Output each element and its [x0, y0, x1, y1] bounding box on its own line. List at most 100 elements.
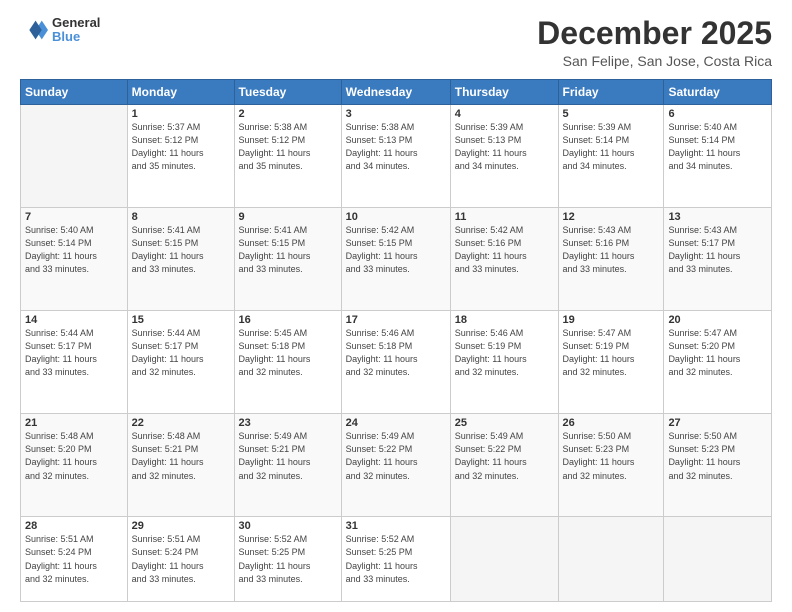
day-number: 17: [346, 314, 446, 326]
title-block: December 2025 San Felipe, San Jose, Cost…: [537, 16, 772, 69]
calendar-cell: 17Sunrise: 5:46 AMSunset: 5:18 PMDayligh…: [341, 311, 450, 414]
calendar-cell: 1Sunrise: 5:37 AMSunset: 5:12 PMDaylight…: [127, 105, 234, 208]
cell-info: Sunrise: 5:48 AMSunset: 5:21 PMDaylight:…: [132, 430, 230, 482]
logo: General Blue: [20, 16, 100, 45]
day-number: 4: [455, 108, 554, 120]
calendar-cell: 29Sunrise: 5:51 AMSunset: 5:24 PMDayligh…: [127, 517, 234, 602]
month-title: December 2025: [537, 16, 772, 51]
calendar-cell: 28Sunrise: 5:51 AMSunset: 5:24 PMDayligh…: [21, 517, 128, 602]
calendar-cell: 27Sunrise: 5:50 AMSunset: 5:23 PMDayligh…: [664, 414, 772, 517]
cell-info: Sunrise: 5:46 AMSunset: 5:18 PMDaylight:…: [346, 327, 446, 379]
day-number: 29: [132, 520, 230, 532]
calendar-cell: 6Sunrise: 5:40 AMSunset: 5:14 PMDaylight…: [664, 105, 772, 208]
cell-info: Sunrise: 5:45 AMSunset: 5:18 PMDaylight:…: [239, 327, 337, 379]
day-number: 19: [563, 314, 660, 326]
calendar-cell: 20Sunrise: 5:47 AMSunset: 5:20 PMDayligh…: [664, 311, 772, 414]
day-number: 3: [346, 108, 446, 120]
cell-info: Sunrise: 5:47 AMSunset: 5:19 PMDaylight:…: [563, 327, 660, 379]
calendar-header-row: SundayMondayTuesdayWednesdayThursdayFrid…: [21, 80, 772, 105]
day-number: 7: [25, 211, 123, 223]
subtitle: San Felipe, San Jose, Costa Rica: [537, 53, 772, 69]
calendar-weekday-monday: Monday: [127, 80, 234, 105]
logo-text: General Blue: [52, 16, 100, 45]
cell-info: Sunrise: 5:49 AMSunset: 5:22 PMDaylight:…: [455, 430, 554, 482]
calendar-weekday-wednesday: Wednesday: [341, 80, 450, 105]
calendar-week-5: 28Sunrise: 5:51 AMSunset: 5:24 PMDayligh…: [21, 517, 772, 602]
cell-info: Sunrise: 5:44 AMSunset: 5:17 PMDaylight:…: [25, 327, 123, 379]
day-number: 21: [25, 417, 123, 429]
calendar-cell: 21Sunrise: 5:48 AMSunset: 5:20 PMDayligh…: [21, 414, 128, 517]
cell-info: Sunrise: 5:51 AMSunset: 5:24 PMDaylight:…: [132, 533, 230, 585]
calendar-cell: 10Sunrise: 5:42 AMSunset: 5:15 PMDayligh…: [341, 208, 450, 311]
page: General Blue December 2025 San Felipe, S…: [0, 0, 792, 612]
day-number: 8: [132, 211, 230, 223]
calendar-cell: 18Sunrise: 5:46 AMSunset: 5:19 PMDayligh…: [450, 311, 558, 414]
calendar-cell: [664, 517, 772, 602]
header: General Blue December 2025 San Felipe, S…: [20, 16, 772, 69]
calendar-cell: 9Sunrise: 5:41 AMSunset: 5:15 PMDaylight…: [234, 208, 341, 311]
day-number: 9: [239, 211, 337, 223]
calendar-weekday-friday: Friday: [558, 80, 664, 105]
day-number: 12: [563, 211, 660, 223]
cell-info: Sunrise: 5:50 AMSunset: 5:23 PMDaylight:…: [563, 430, 660, 482]
calendar-week-3: 14Sunrise: 5:44 AMSunset: 5:17 PMDayligh…: [21, 311, 772, 414]
cell-info: Sunrise: 5:42 AMSunset: 5:15 PMDaylight:…: [346, 224, 446, 276]
cell-info: Sunrise: 5:44 AMSunset: 5:17 PMDaylight:…: [132, 327, 230, 379]
calendar-cell: 3Sunrise: 5:38 AMSunset: 5:13 PMDaylight…: [341, 105, 450, 208]
calendar-cell: 25Sunrise: 5:49 AMSunset: 5:22 PMDayligh…: [450, 414, 558, 517]
calendar-cell: 14Sunrise: 5:44 AMSunset: 5:17 PMDayligh…: [21, 311, 128, 414]
cell-info: Sunrise: 5:38 AMSunset: 5:13 PMDaylight:…: [346, 121, 446, 173]
day-number: 26: [563, 417, 660, 429]
day-number: 24: [346, 417, 446, 429]
calendar-cell: 7Sunrise: 5:40 AMSunset: 5:14 PMDaylight…: [21, 208, 128, 311]
cell-info: Sunrise: 5:52 AMSunset: 5:25 PMDaylight:…: [346, 533, 446, 585]
day-number: 30: [239, 520, 337, 532]
day-number: 27: [668, 417, 767, 429]
logo-line2: Blue: [52, 30, 100, 44]
cell-info: Sunrise: 5:37 AMSunset: 5:12 PMDaylight:…: [132, 121, 230, 173]
cell-info: Sunrise: 5:50 AMSunset: 5:23 PMDaylight:…: [668, 430, 767, 482]
cell-info: Sunrise: 5:41 AMSunset: 5:15 PMDaylight:…: [239, 224, 337, 276]
cell-info: Sunrise: 5:48 AMSunset: 5:20 PMDaylight:…: [25, 430, 123, 482]
day-number: 2: [239, 108, 337, 120]
calendar-cell: 13Sunrise: 5:43 AMSunset: 5:17 PMDayligh…: [664, 208, 772, 311]
calendar-cell: 16Sunrise: 5:45 AMSunset: 5:18 PMDayligh…: [234, 311, 341, 414]
calendar-cell: [450, 517, 558, 602]
calendar-cell: 24Sunrise: 5:49 AMSunset: 5:22 PMDayligh…: [341, 414, 450, 517]
day-number: 15: [132, 314, 230, 326]
cell-info: Sunrise: 5:40 AMSunset: 5:14 PMDaylight:…: [25, 224, 123, 276]
calendar-weekday-saturday: Saturday: [664, 80, 772, 105]
day-number: 16: [239, 314, 337, 326]
day-number: 20: [668, 314, 767, 326]
day-number: 18: [455, 314, 554, 326]
day-number: 5: [563, 108, 660, 120]
day-number: 14: [25, 314, 123, 326]
cell-info: Sunrise: 5:41 AMSunset: 5:15 PMDaylight:…: [132, 224, 230, 276]
calendar-weekday-tuesday: Tuesday: [234, 80, 341, 105]
calendar-cell: 15Sunrise: 5:44 AMSunset: 5:17 PMDayligh…: [127, 311, 234, 414]
calendar-table: SundayMondayTuesdayWednesdayThursdayFrid…: [20, 79, 772, 602]
calendar-cell: [558, 517, 664, 602]
cell-info: Sunrise: 5:51 AMSunset: 5:24 PMDaylight:…: [25, 533, 123, 585]
calendar-week-1: 1Sunrise: 5:37 AMSunset: 5:12 PMDaylight…: [21, 105, 772, 208]
cell-info: Sunrise: 5:43 AMSunset: 5:16 PMDaylight:…: [563, 224, 660, 276]
calendar-cell: 23Sunrise: 5:49 AMSunset: 5:21 PMDayligh…: [234, 414, 341, 517]
day-number: 13: [668, 211, 767, 223]
cell-info: Sunrise: 5:49 AMSunset: 5:22 PMDaylight:…: [346, 430, 446, 482]
calendar-cell: 8Sunrise: 5:41 AMSunset: 5:15 PMDaylight…: [127, 208, 234, 311]
cell-info: Sunrise: 5:47 AMSunset: 5:20 PMDaylight:…: [668, 327, 767, 379]
calendar-cell: 19Sunrise: 5:47 AMSunset: 5:19 PMDayligh…: [558, 311, 664, 414]
calendar-cell: 30Sunrise: 5:52 AMSunset: 5:25 PMDayligh…: [234, 517, 341, 602]
day-number: 22: [132, 417, 230, 429]
calendar-cell: 11Sunrise: 5:42 AMSunset: 5:16 PMDayligh…: [450, 208, 558, 311]
cell-info: Sunrise: 5:40 AMSunset: 5:14 PMDaylight:…: [668, 121, 767, 173]
calendar-cell: 22Sunrise: 5:48 AMSunset: 5:21 PMDayligh…: [127, 414, 234, 517]
cell-info: Sunrise: 5:46 AMSunset: 5:19 PMDaylight:…: [455, 327, 554, 379]
calendar-cell: 12Sunrise: 5:43 AMSunset: 5:16 PMDayligh…: [558, 208, 664, 311]
cell-info: Sunrise: 5:39 AMSunset: 5:14 PMDaylight:…: [563, 121, 660, 173]
logo-icon: [20, 16, 48, 44]
calendar-cell: 31Sunrise: 5:52 AMSunset: 5:25 PMDayligh…: [341, 517, 450, 602]
day-number: 1: [132, 108, 230, 120]
cell-info: Sunrise: 5:39 AMSunset: 5:13 PMDaylight:…: [455, 121, 554, 173]
day-number: 11: [455, 211, 554, 223]
